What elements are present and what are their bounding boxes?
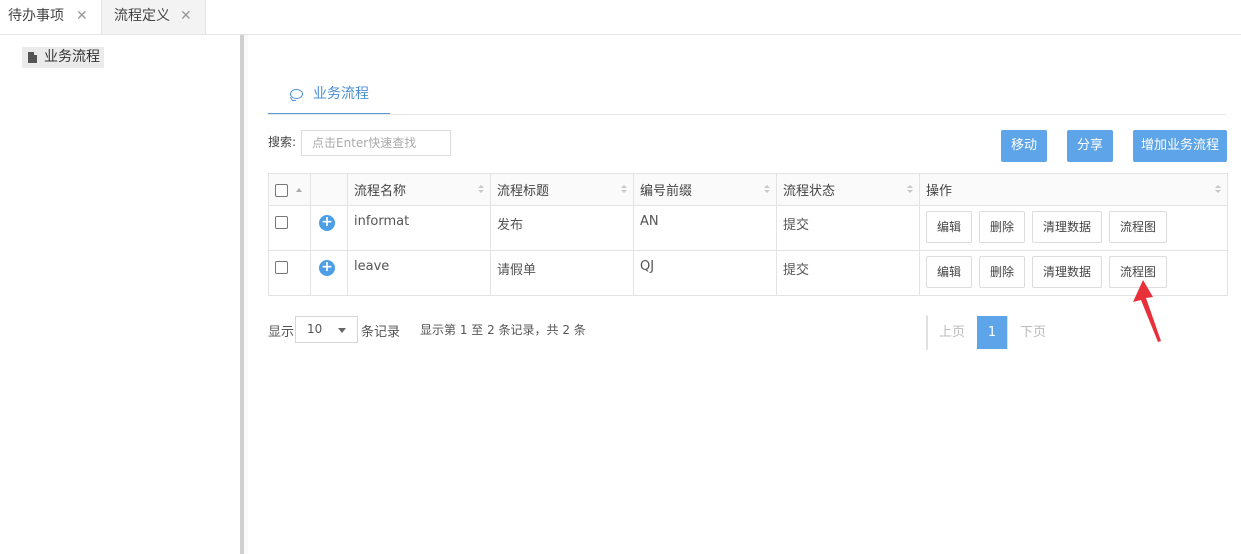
process-table: 流程名称 流程标题 编号前缀 流程状态 操作 + informat 发布 AN … [268,173,1228,296]
row-checkbox[interactable] [275,216,288,229]
page-1-button[interactable]: 1 [977,316,1007,349]
column-label: 流程标题 [497,184,550,199]
app-window: 待办事项 ✕ 流程定义 ✕ 业务流程 业务流程 搜索: 移动 分享 增加业务流程 [0,0,1241,554]
close-icon[interactable]: ✕ [76,0,88,32]
tab-business-process[interactable]: 业务流程 [268,81,390,115]
row-select-cell [268,250,311,296]
row-select-cell [268,205,311,251]
tree-node-label: 业务流程 [44,49,100,65]
cell-status: 提交 [776,205,920,251]
expand-header [310,173,348,206]
share-button[interactable]: 分享 [1067,130,1113,162]
column-header-prefix[interactable]: 编号前缀 [633,173,777,206]
sort-icon [1214,185,1221,195]
sort-asc-icon [296,188,302,192]
panel-splitter[interactable] [240,35,248,554]
search-input[interactable] [301,130,451,156]
file-icon [28,52,37,63]
pagination: 上页 1 下页 [926,315,1046,350]
cell-title: 发布 [490,205,634,251]
tab-bar: 待办事项 ✕ 流程定义 ✕ [0,0,1241,35]
tab-todo[interactable]: 待办事项 ✕ [0,0,100,34]
sidebar: 业务流程 [0,35,240,554]
column-header-status[interactable]: 流程状态 [776,173,920,206]
tab-label: 待办事项 [8,8,64,24]
close-icon[interactable]: ✕ [180,0,192,32]
cell-name: informat [347,205,491,251]
search-label: 搜索: [268,135,297,149]
pagination-summary: 显示第 1 至 2 条记录，共 2 条 [420,323,586,337]
section-tab-label: 业务流程 [313,86,369,102]
show-label: 显示 [268,325,295,340]
caret-down-icon [338,328,346,333]
column-header-actions[interactable]: 操作 [919,173,1228,206]
add-business-process-button[interactable]: 增加业务流程 [1133,130,1227,162]
column-label: 流程名称 [354,184,407,199]
cell-actions: 编辑 删除 清理数据 流程图 [919,205,1228,251]
column-label: 操作 [926,184,953,199]
row-checkbox[interactable] [275,261,288,274]
cell-title: 请假单 [490,250,634,296]
page-size-select[interactable]: 10 [295,316,358,343]
table-row: + informat 发布 AN 提交 编辑 删除 清理数据 流程图 [268,205,1228,251]
prev-page-button[interactable]: 上页 [927,316,977,349]
cell-actions: 编辑 删除 清理数据 流程图 [919,250,1228,296]
select-all-header[interactable] [268,173,311,206]
sort-icon [763,185,770,195]
row-expand-cell: + [310,205,348,251]
divider [268,114,1226,115]
column-header-title[interactable]: 流程标题 [490,173,634,206]
cell-status: 提交 [776,250,920,296]
table-header-row: 流程名称 流程标题 编号前缀 流程状态 操作 [268,173,1228,206]
sort-icon [477,185,484,195]
move-button[interactable]: 移动 [1001,130,1047,162]
records-label: 条记录 [361,325,401,340]
main-panel: 业务流程 搜索: 移动 分享 增加业务流程 流程名称 [248,35,1241,554]
cell-name: leave [347,250,491,296]
page-size-value: 10 [307,322,323,336]
edit-button[interactable]: 编辑 [926,211,972,243]
row-expand-cell: + [310,250,348,296]
chat-bubble-icon [290,89,303,99]
column-label: 编号前缀 [640,184,693,199]
table-row: + leave 请假单 QJ 提交 编辑 删除 清理数据 流程图 [268,250,1228,296]
sort-icon [906,185,913,195]
flowchart-button[interactable]: 流程图 [1109,211,1167,243]
cell-prefix: QJ [633,250,777,296]
tree-node-business-process[interactable]: 业务流程 [22,47,104,68]
delete-button[interactable]: 删除 [979,211,1025,243]
delete-button[interactable]: 删除 [979,256,1025,288]
expand-plus-icon[interactable]: + [319,260,335,276]
edit-button[interactable]: 编辑 [926,256,972,288]
sort-icon [620,185,627,195]
column-label: 流程状态 [783,184,836,199]
tab-process-definition[interactable]: 流程定义 ✕ [101,0,206,34]
select-all-checkbox[interactable] [275,184,288,197]
cell-prefix: AN [633,205,777,251]
expand-plus-icon[interactable]: + [319,215,335,231]
clear-data-button[interactable]: 清理数据 [1032,256,1102,288]
tab-label: 流程定义 [114,8,170,24]
next-page-button[interactable]: 下页 [1007,316,1058,349]
clear-data-button[interactable]: 清理数据 [1032,211,1102,243]
annotation-arrow-icon [1133,280,1161,342]
column-header-name[interactable]: 流程名称 [347,173,491,206]
